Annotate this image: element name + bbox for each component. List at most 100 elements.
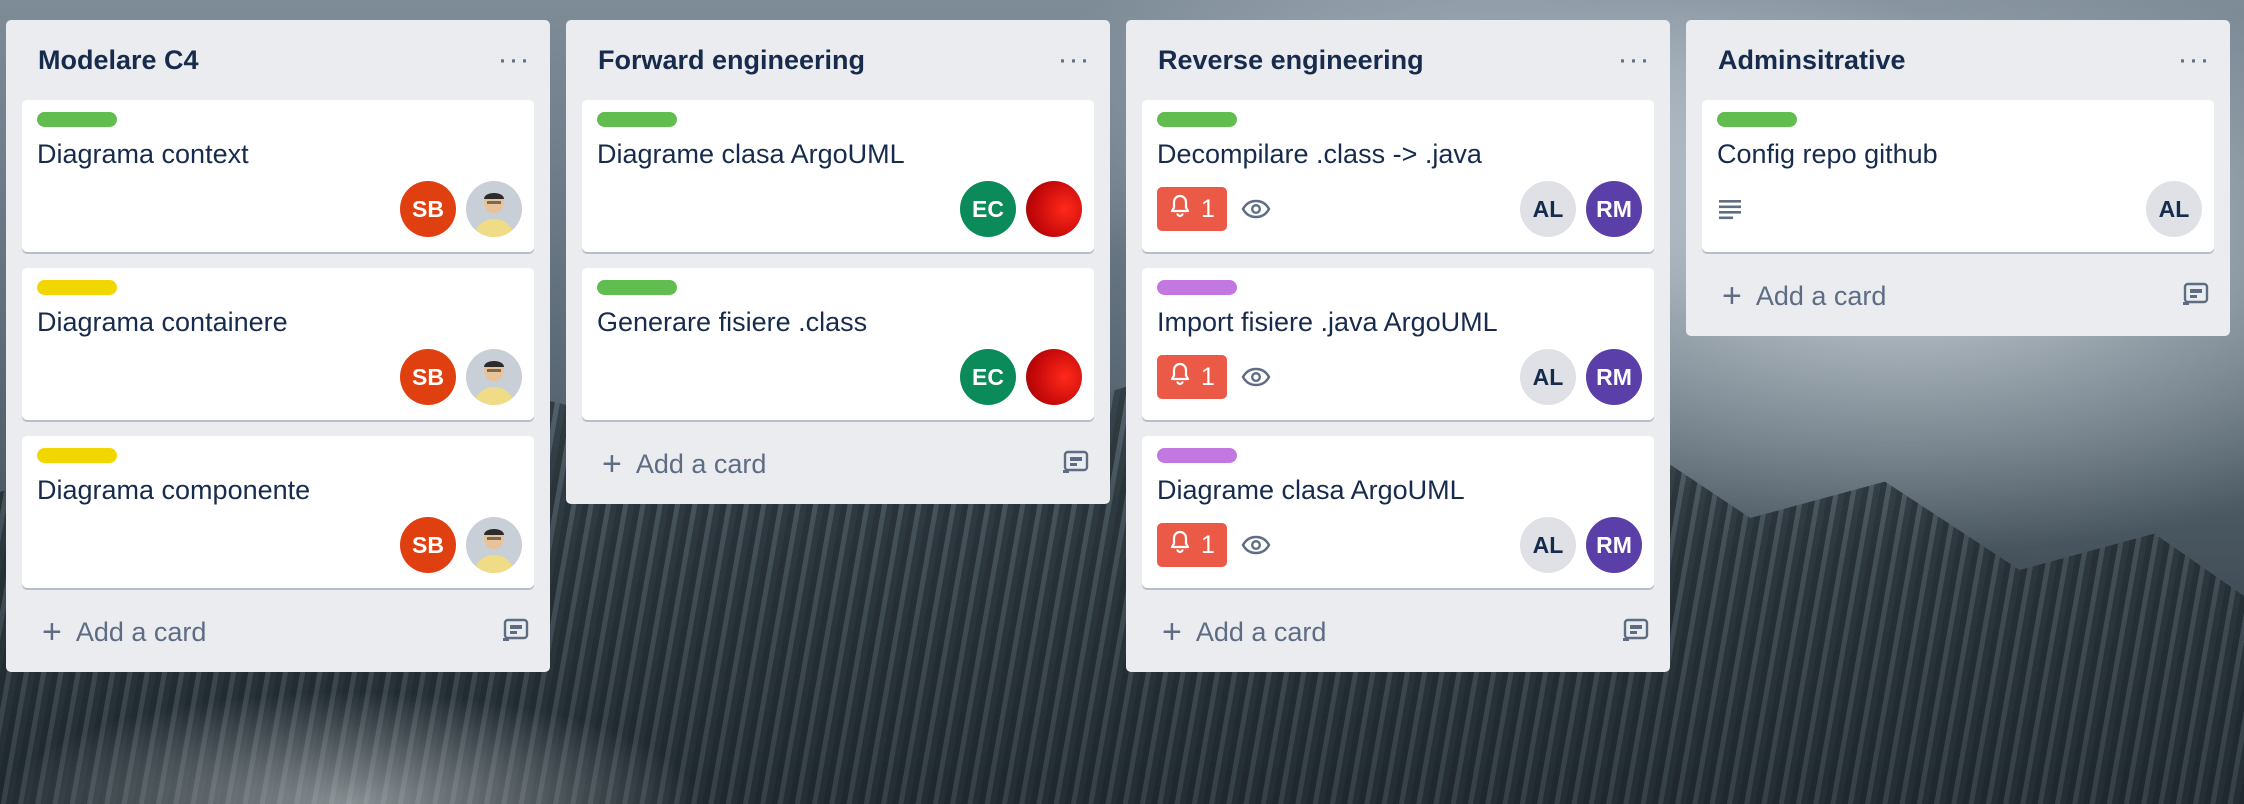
notification-badge[interactable]: 1 xyxy=(1157,187,1227,231)
card-label[interactable] xyxy=(597,112,677,127)
add-card-button[interactable]: + Add a card xyxy=(566,436,1110,492)
card-template-icon[interactable] xyxy=(1062,449,1090,480)
card-footer: SB xyxy=(37,181,522,237)
list-title[interactable]: Forward engineering xyxy=(598,45,865,76)
card-members: AL RM xyxy=(1520,517,1642,573)
card-title: Config repo github xyxy=(1717,139,1938,169)
card-title: Decompilare .class -> .java xyxy=(1157,139,1482,169)
avatar[interactable]: AL xyxy=(1520,181,1576,237)
card-title: Diagrama containere xyxy=(37,307,288,337)
card[interactable]: Diagrama context SB xyxy=(22,100,534,252)
card-badges xyxy=(1717,198,1743,220)
card-template-icon[interactable] xyxy=(1622,617,1650,648)
card-members: EC xyxy=(960,181,1082,237)
avatar[interactable]: EC xyxy=(960,181,1016,237)
avatar[interactable]: AL xyxy=(1520,517,1576,573)
card[interactable]: Diagrame clasa ArgoUML 1 AL RM xyxy=(1142,436,1654,588)
card-members: SB xyxy=(400,181,522,237)
avatar[interactable]: SB xyxy=(400,517,456,573)
avatar-red[interactable] xyxy=(1026,349,1082,405)
list-2: Forward engineering ··· Diagrame clasa Arg… xyxy=(566,20,1110,504)
card-footer: SB xyxy=(37,349,522,405)
list-header: Modelare C4 ··· xyxy=(6,20,550,100)
list-4: Adminsitrative ··· Config repo github AL + Ad… xyxy=(1686,20,2230,336)
card-members: SB xyxy=(400,349,522,405)
card-list: Diagrama context SB Diagrama containere SB D… xyxy=(6,100,550,588)
card[interactable]: Diagrama componente SB xyxy=(22,436,534,588)
watching-eye-icon xyxy=(1241,534,1271,556)
card[interactable]: Diagrama containere SB xyxy=(22,268,534,420)
card-members: AL xyxy=(2146,181,2202,237)
avatar[interactable]: AL xyxy=(1520,349,1576,405)
card-members: EC xyxy=(960,349,1082,405)
list-title[interactable]: Modelare C4 xyxy=(38,45,199,76)
bell-icon xyxy=(1169,530,1191,561)
card-label[interactable] xyxy=(1717,112,1797,127)
notification-badge[interactable]: 1 xyxy=(1157,355,1227,399)
card-footer: 1 AL RM xyxy=(1157,517,1642,573)
card-footer: 1 AL RM xyxy=(1157,349,1642,405)
card[interactable]: Import fisiere .java ArgoUML 1 AL RM xyxy=(1142,268,1654,420)
avatar[interactable]: RM xyxy=(1586,517,1642,573)
add-card-button[interactable]: + Add a card xyxy=(1126,604,1670,660)
plus-icon: + xyxy=(1722,277,1742,315)
avatar-photo[interactable] xyxy=(466,349,522,405)
card-list: Decompilare .class -> .java 1 AL RM Import f… xyxy=(1126,100,1670,588)
list-title[interactable]: Reverse engineering xyxy=(1158,45,1424,76)
card-badges: 1 xyxy=(1157,523,1271,567)
list-header: Adminsitrative ··· xyxy=(1686,20,2230,100)
board: Modelare C4 ··· Diagrama context SB Diagrama… xyxy=(0,0,2244,804)
bell-icon xyxy=(1169,194,1191,225)
card-footer: SB xyxy=(37,517,522,573)
card-label[interactable] xyxy=(1157,112,1237,127)
add-card-left: + Add a card xyxy=(1162,615,1326,649)
add-card-button[interactable]: + Add a card xyxy=(6,604,550,660)
list-menu-icon[interactable]: ··· xyxy=(1614,40,1654,80)
card[interactable]: Diagrame clasa ArgoUML EC xyxy=(582,100,1094,252)
card-list: Diagrame clasa ArgoUML EC Generare fisiere… xyxy=(566,100,1110,420)
card[interactable]: Config repo github AL xyxy=(1702,100,2214,252)
card-footer: 1 AL RM xyxy=(1157,181,1642,237)
card-label[interactable] xyxy=(1157,448,1237,463)
card-title: Generare fisiere .class xyxy=(597,307,868,337)
list-header: Forward engineering ··· xyxy=(566,20,1110,100)
card-title: Import fisiere .java ArgoUML xyxy=(1157,307,1498,337)
card-template-icon[interactable] xyxy=(2182,281,2210,312)
avatar[interactable]: RM xyxy=(1586,349,1642,405)
card-members: AL RM xyxy=(1520,349,1642,405)
card-footer: EC xyxy=(597,181,1082,237)
avatar-photo[interactable] xyxy=(466,517,522,573)
add-card-label: Add a card xyxy=(75,616,207,647)
watching-eye-icon xyxy=(1241,198,1271,220)
notification-badge[interactable]: 1 xyxy=(1157,523,1227,567)
card-label[interactable] xyxy=(37,112,117,127)
list-1: Modelare C4 ··· Diagrama context SB Diagrama… xyxy=(6,20,550,672)
add-card-button[interactable]: + Add a card xyxy=(1686,268,2230,324)
notification-count: 1 xyxy=(1201,530,1215,559)
card-label[interactable] xyxy=(1157,280,1237,295)
card[interactable]: Decompilare .class -> .java 1 AL RM xyxy=(1142,100,1654,252)
avatar[interactable]: SB xyxy=(400,349,456,405)
card-label[interactable] xyxy=(597,280,677,295)
card-badges: 1 xyxy=(1157,355,1271,399)
list-menu-icon[interactable]: ··· xyxy=(1054,40,1094,80)
plus-icon: + xyxy=(42,613,62,651)
avatar-red[interactable] xyxy=(1026,181,1082,237)
avatar[interactable]: RM xyxy=(1586,181,1642,237)
avatar[interactable]: SB xyxy=(400,181,456,237)
avatar-photo[interactable] xyxy=(466,181,522,237)
watching-eye-icon xyxy=(1241,366,1271,388)
avatar[interactable]: EC xyxy=(960,349,1016,405)
card[interactable]: Generare fisiere .class EC xyxy=(582,268,1094,420)
add-card-label: Add a card xyxy=(635,448,767,479)
avatar[interactable]: AL xyxy=(2146,181,2202,237)
list-menu-icon[interactable]: ··· xyxy=(494,40,534,80)
card-footer: AL xyxy=(1717,181,2202,237)
list-menu-icon[interactable]: ··· xyxy=(2174,40,2214,80)
list-title[interactable]: Adminsitrative xyxy=(1718,45,1906,76)
card-badges: 1 xyxy=(1157,187,1271,231)
notification-count: 1 xyxy=(1201,194,1215,223)
card-template-icon[interactable] xyxy=(502,617,530,648)
card-label[interactable] xyxy=(37,280,117,295)
card-label[interactable] xyxy=(37,448,117,463)
